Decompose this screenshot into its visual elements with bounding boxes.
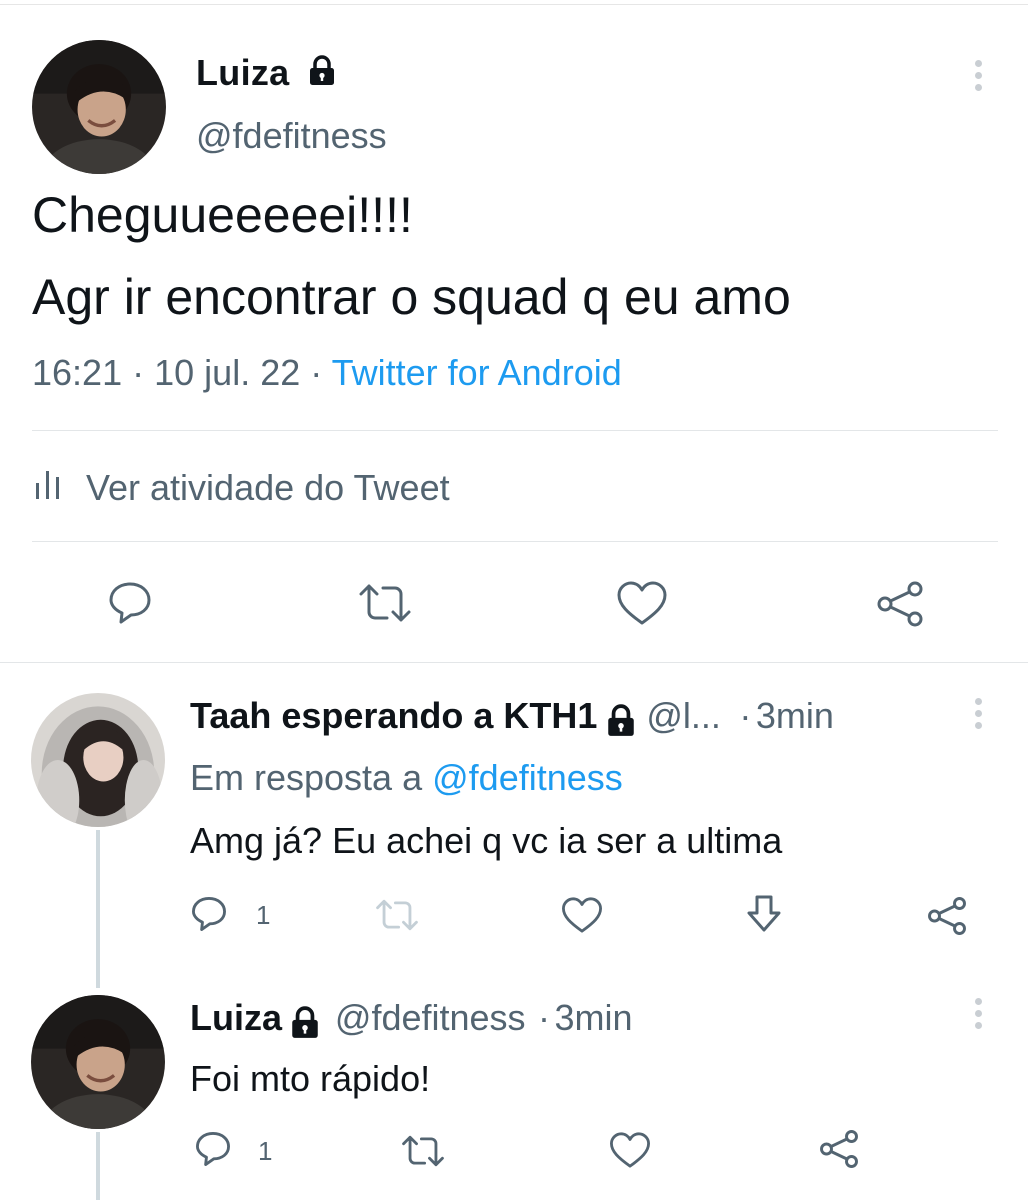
retweet-icon[interactable] xyxy=(357,582,413,624)
more-vertical-icon[interactable] xyxy=(973,698,983,734)
retweet-icon[interactable] xyxy=(374,898,420,932)
tweet-source-link[interactable]: Twitter for Android xyxy=(332,352,622,393)
reply2-header: Luiza @fdefitness · 3min xyxy=(190,997,633,1045)
reply2-separator: · xyxy=(538,997,551,1038)
thread-line xyxy=(96,830,100,988)
author-name-row: Luiza xyxy=(196,52,336,96)
tweet-text-line1: Cheguueeeeei!!!! xyxy=(32,187,413,243)
reply2-author-handle[interactable]: @fdefitness xyxy=(335,997,526,1038)
tweet-meta: 16:21 · 10 jul. 22 · Twitter for Android xyxy=(32,352,622,394)
author-handle[interactable]: @fdefitness xyxy=(196,115,387,157)
reply1-author-name[interactable]: Taah esperando a KTH1 xyxy=(190,695,597,736)
lock-icon xyxy=(290,1006,320,1045)
more-vertical-icon[interactable] xyxy=(973,998,983,1034)
reply2-reply-count: 1 xyxy=(258,1136,273,1166)
like-icon[interactable] xyxy=(609,1131,651,1169)
avatar-main[interactable] xyxy=(32,40,166,174)
in-reply-mention-link[interactable]: @fdefitness xyxy=(432,757,623,798)
tweet-time[interactable]: 16:21 xyxy=(32,352,122,393)
meta-separator: · xyxy=(132,352,145,393)
divider xyxy=(32,541,998,542)
reply1-in-reply-to: Em resposta a @fdefitness xyxy=(190,757,623,799)
lock-icon xyxy=(606,704,636,743)
reply1-author-handle[interactable]: @l... xyxy=(646,695,721,736)
top-divider xyxy=(0,4,1028,5)
reply-icon[interactable] xyxy=(190,896,228,932)
like-icon[interactable] xyxy=(561,896,603,934)
activity-bars-icon xyxy=(32,465,86,510)
share-icon[interactable] xyxy=(818,1129,860,1169)
author-name[interactable]: Luiza xyxy=(196,52,290,93)
tweet-date[interactable]: 10 jul. 22 xyxy=(154,352,300,393)
reply-icon[interactable] xyxy=(107,581,153,625)
reply2-text: Foi mto rápido! xyxy=(190,1058,431,1099)
avatar-reply1[interactable] xyxy=(31,693,165,827)
retweet-icon[interactable] xyxy=(400,1134,446,1168)
like-icon[interactable] xyxy=(616,580,668,626)
reply2-time[interactable]: 3min xyxy=(554,997,632,1038)
reply-icon[interactable] xyxy=(194,1131,232,1167)
share-icon[interactable] xyxy=(875,580,925,628)
meta-separator: · xyxy=(310,352,323,393)
more-vertical-icon[interactable] xyxy=(973,60,983,96)
avatar-reply2[interactable] xyxy=(31,995,165,1129)
download-icon[interactable] xyxy=(745,893,783,935)
reply1-text: Amg já? Eu achei q vc ia ser a ultima xyxy=(190,820,783,861)
activity-label: Ver atividade do Tweet xyxy=(86,466,450,508)
tweet-activity-link[interactable]: Ver atividade do Tweet xyxy=(32,465,450,510)
reply1-header: Taah esperando a KTH1 @l... · 3min xyxy=(190,695,834,743)
divider xyxy=(32,430,998,431)
thread-line xyxy=(96,1132,100,1200)
reply1-separator: · xyxy=(739,695,752,736)
in-reply-prefix: Em resposta a xyxy=(190,757,423,798)
share-icon[interactable] xyxy=(926,896,968,936)
reply2-author-name[interactable]: Luiza xyxy=(190,997,282,1038)
lock-icon xyxy=(308,54,336,96)
tweet-text-line2: Agr ir encontrar o squad q eu amo xyxy=(32,269,791,325)
section-divider xyxy=(0,662,1028,663)
reply1-reply-count: 1 xyxy=(256,900,271,930)
reply1-time[interactable]: 3min xyxy=(756,695,834,736)
